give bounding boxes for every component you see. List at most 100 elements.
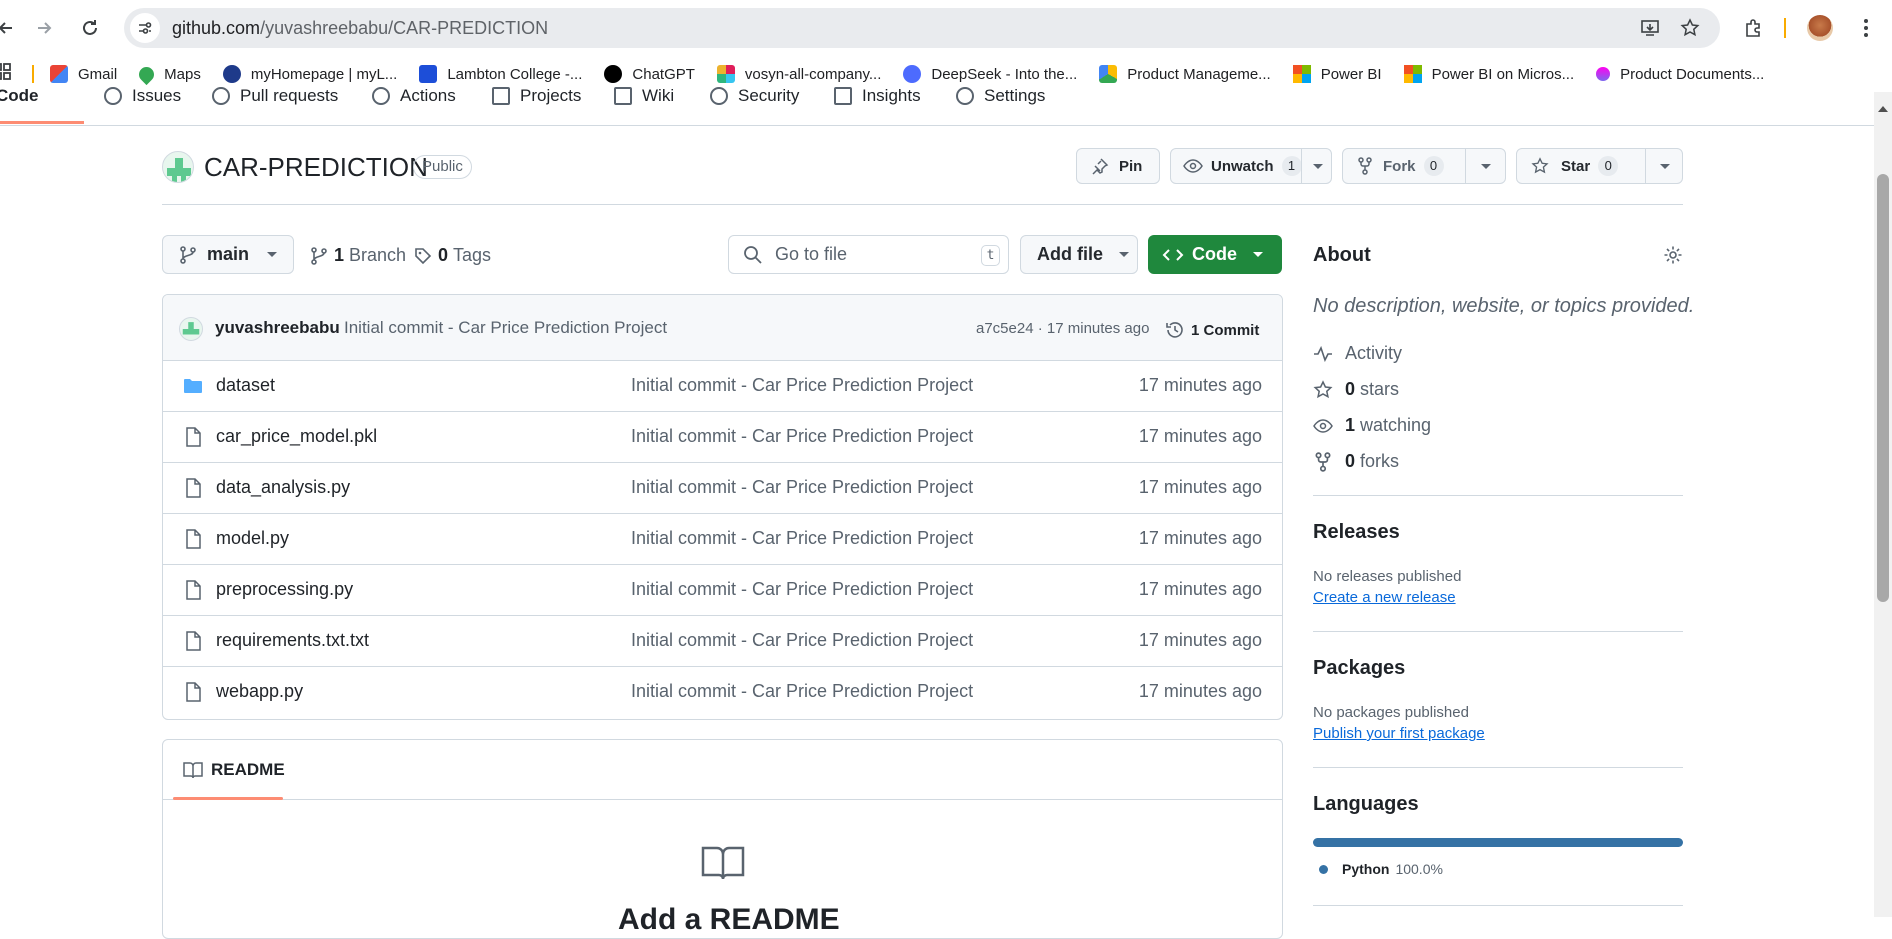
scrollbar-thumb[interactable] <box>1877 174 1889 602</box>
bookmark-star-icon[interactable] <box>1676 14 1704 42</box>
scroll-up-arrow-icon[interactable] <box>1878 106 1888 112</box>
table-row[interactable]: webapp.py Initial commit - Car Price Pre… <box>163 667 1282 718</box>
file-commit-message[interactable]: Initial commit - Car Price Prediction Pr… <box>631 681 973 702</box>
add-file-button[interactable]: Add file <box>1020 235 1138 274</box>
bookmark-lambton[interactable]: Lambton College -... <box>419 65 582 83</box>
file-commit-message[interactable]: Initial commit - Car Price Prediction Pr… <box>631 528 973 549</box>
table-row[interactable]: data_analysis.py Initial commit - Car Pr… <box>163 463 1282 514</box>
bookmark-product-management[interactable]: Product Manageme... <box>1099 65 1271 83</box>
star-button[interactable]: Star 0 <box>1516 148 1683 184</box>
file-name[interactable]: dataset <box>216 375 275 396</box>
forks-link[interactable]: 0 forks <box>1313 451 1399 472</box>
table-row[interactable]: preprocessing.py Initial commit - Car Pr… <box>163 565 1282 616</box>
pin-button[interactable]: Pin <box>1076 148 1160 184</box>
watching-link[interactable]: 1 watching <box>1313 415 1431 436</box>
file-commit-message[interactable]: Initial commit - Car Price Prediction Pr… <box>631 579 973 600</box>
owner-avatar[interactable] <box>162 151 194 183</box>
fork-button[interactable]: Fork 0 <box>1342 148 1506 184</box>
create-release-link[interactable]: Create a new release <box>1313 589 1456 606</box>
releases-title[interactable]: Releases <box>1313 521 1400 544</box>
tab-security[interactable]: Security <box>710 86 799 106</box>
bookmark-label: Power BI <box>1320 65 1382 83</box>
table-row[interactable]: car_price_model.pkl Initial commit - Car… <box>163 412 1282 463</box>
tab-actions[interactable]: Actions <box>372 86 456 106</box>
go-to-file-input[interactable]: Go to file t <box>728 235 1009 274</box>
commit-author[interactable]: yuvashreebabu <box>215 318 340 338</box>
bookmark-vosyn[interactable]: vosyn-all-company... <box>716 65 881 83</box>
address-bar[interactable]: github.com/yuvashreebabu/CAR-PREDICTION <box>124 8 1720 48</box>
file-commit-message[interactable]: Initial commit - Car Price Prediction Pr… <box>631 630 973 651</box>
commit-hash-time[interactable]: a7c5e24 · 17 minutes ago <box>976 320 1149 337</box>
file-name[interactable]: car_price_model.pkl <box>216 426 377 447</box>
toolbar-divider <box>1784 18 1786 38</box>
code-brackets-icon <box>1162 248 1184 261</box>
chevron-down-icon[interactable] <box>1660 164 1670 169</box>
branches-link[interactable]: 1 Branch <box>310 245 406 266</box>
file-name[interactable]: data_analysis.py <box>216 477 350 498</box>
tab-label: Security <box>738 86 800 105</box>
file-commit-message[interactable]: Initial commit - Car Price Prediction Pr… <box>631 477 973 498</box>
bookmark-powerbi[interactable]: Power BI <box>1292 65 1382 83</box>
gear-icon[interactable] <box>1663 245 1683 265</box>
tab-label: Insights <box>862 86 921 105</box>
file-name[interactable]: preprocessing.py <box>216 579 353 600</box>
tab-pull-requests[interactable]: Pull requests <box>212 86 338 106</box>
chevron-down-icon <box>267 252 278 257</box>
apps-grid-icon[interactable] <box>0 63 12 85</box>
language-item[interactable]: Python 100.0% <box>1319 861 1443 877</box>
browser-menu-icon[interactable] <box>1852 14 1880 42</box>
file-commit-time: 17 minutes ago <box>1138 630 1262 650</box>
file-commit-message[interactable]: Initial commit - Car Price Prediction Pr… <box>631 375 973 396</box>
chevron-down-icon[interactable] <box>1481 164 1491 169</box>
language-percent: 100.0% <box>1395 861 1443 877</box>
bookmark-myhomepage[interactable]: myHomepage | myL... <box>222 65 397 83</box>
tab-code[interactable]: Code <box>0 86 39 106</box>
unwatch-button[interactable]: Unwatch 1 <box>1170 148 1332 184</box>
repo-name[interactable]: CAR-PREDICTION <box>204 152 428 183</box>
tags-link[interactable]: 0 Tags <box>414 245 491 266</box>
reload-icon[interactable] <box>76 14 104 42</box>
table-row[interactable]: model.py Initial commit - Car Price Pred… <box>163 514 1282 565</box>
tab-issues[interactable]: Issues <box>104 86 181 106</box>
packages-title[interactable]: Packages <box>1313 657 1405 680</box>
file-name[interactable]: requirements.txt.txt <box>216 630 369 651</box>
bookmark-chatgpt[interactable]: ChatGPT <box>604 65 695 83</box>
forward-arrow-icon[interactable] <box>30 14 58 42</box>
profile-avatar[interactable] <box>1806 14 1834 42</box>
code-button[interactable]: Code <box>1148 235 1282 274</box>
back-arrow-icon[interactable] <box>0 14 20 42</box>
tag-icon <box>415 247 432 264</box>
commit-author-avatar[interactable] <box>179 317 203 341</box>
bookmark-product-documents[interactable]: Product Documents... <box>1596 66 1764 83</box>
file-name[interactable]: model.py <box>216 528 289 549</box>
commit-message[interactable]: Initial commit - Car Price Prediction Pr… <box>344 318 667 338</box>
table-row[interactable]: dataset Initial commit - Car Price Predi… <box>163 361 1282 412</box>
commits-history-link[interactable]: 1 Commit <box>1165 320 1259 340</box>
stars-link[interactable]: 0 stars <box>1313 379 1399 400</box>
branch-select[interactable]: main <box>162 235 294 274</box>
tab-settings[interactable]: Settings <box>956 86 1045 106</box>
install-app-icon[interactable] <box>1636 14 1664 42</box>
activity-link[interactable]: Activity <box>1313 343 1402 364</box>
file-commit-time: 17 minutes ago <box>1138 528 1262 548</box>
file-icon <box>186 682 201 702</box>
tab-wiki[interactable]: Wiki <box>614 86 674 106</box>
page-scrollbar[interactable] <box>1874 92 1892 917</box>
tab-label: Code <box>0 86 39 105</box>
extensions-icon[interactable] <box>1740 14 1768 42</box>
tab-insights[interactable]: Insights <box>834 86 921 106</box>
bookmark-deepseek[interactable]: DeepSeek - Into the... <box>903 65 1077 83</box>
chevron-down-icon[interactable] <box>1313 164 1323 169</box>
file-commit-message[interactable]: Initial commit - Car Price Prediction Pr… <box>631 426 973 447</box>
lambton-icon <box>419 65 438 83</box>
table-row[interactable]: requirements.txt.txt Initial commit - Ca… <box>163 616 1282 667</box>
readme-tab[interactable]: README <box>183 760 285 780</box>
bookmark-maps[interactable]: Maps <box>136 63 201 85</box>
shield-icon <box>710 87 728 105</box>
bookmark-gmail[interactable]: Gmail <box>50 65 117 83</box>
tab-projects[interactable]: Projects <box>492 86 581 106</box>
file-name[interactable]: webapp.py <box>216 681 303 702</box>
publish-package-link[interactable]: Publish your first package <box>1313 725 1485 742</box>
bookmark-powerbi-microsoft[interactable]: Power BI on Micros... <box>1403 65 1574 83</box>
site-info-icon[interactable] <box>130 13 160 43</box>
